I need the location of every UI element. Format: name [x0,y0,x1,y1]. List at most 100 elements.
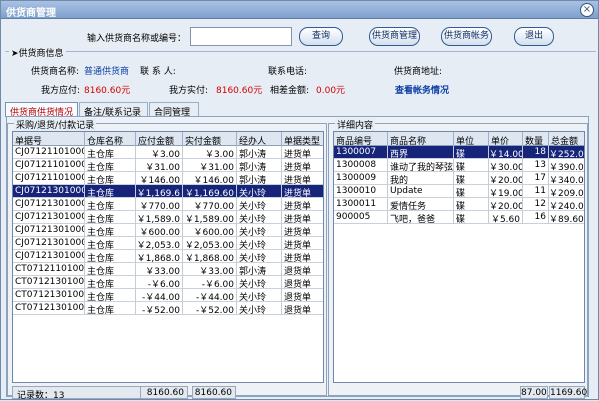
paid-label: 我方实付: [169,86,209,96]
table-cell: 关小玲 [237,211,282,224]
table-cell: ￥600.00 [183,224,237,237]
table-row[interactable]: CJ071213010003 主仓库 ￥1,589.0 ￥1,589.00 关小玲 进货单 [13,211,323,224]
records-header: 单据号 仓库名称 应付金额 实付金额 经办人 单据类型 [13,132,323,146]
column-payable[interactable]: 应付金额 [136,132,183,146]
column-product-id[interactable]: 商品编号 [334,132,388,146]
table-cell: ￥14.00 [489,146,523,159]
table-cell: 进货单 [282,211,323,224]
table-row[interactable]: 1300009我的碟￥20.0017￥340.00 [334,172,584,185]
table-cell: ￥31.00 [136,159,183,172]
column-unit[interactable]: 单位 [454,132,489,146]
table-cell: ￥3.00 [136,146,183,159]
details-header: 商品编号 商品名称 单位 单价 数量 总金额 [334,132,584,146]
table-cell: 1300010 [334,185,388,198]
table-cell: 西界 [388,146,454,159]
table-cell: 进货单 [282,224,323,237]
table-cell: 退货单 [282,302,323,315]
table-row[interactable]: CJ071213010004 主仓库 ￥600.00 ￥600.00 关小玲 进货单 [13,224,323,237]
table-cell: 1300008 [334,159,388,172]
table-row[interactable]: 1300007西界碟￥14.0018￥252.00 [334,146,584,159]
table-row[interactable]: CJ071213010002 主仓库 ￥770.00 ￥770.00 关小玲 进货单 [13,198,323,211]
query-button[interactable]: 查询 [299,27,343,46]
table-row[interactable]: CJ071213010001 主仓库 ￥1,169.6 ￥1,169.60 关小玲 进货单 [13,185,323,198]
table-row[interactable]: 900005 飞吧，爸爸碟 ￥5.60 16 ￥89.60 [334,211,584,224]
column-handler[interactable]: 经办人 [237,132,282,146]
table-cell: ￥209.00 [549,185,584,198]
table-cell: CJ071213010004 [15,224,85,237]
table-cell: CJ071213010002 [15,198,85,211]
column-quantity[interactable]: 数量 [523,132,549,146]
table-cell: CT071213010003 [15,302,85,315]
table-row[interactable]: CJ071213010005 主仓库 ￥2,053.0 ￥2,053.00 关小玲 进货单 [13,237,323,250]
search-input[interactable] [190,27,292,46]
table-cell: 1300009 [334,172,388,185]
table-row[interactable]: 1300011爱情任务碟￥20.0012￥240.00 [334,198,584,211]
column-unit-price[interactable]: 单价 [489,132,523,146]
table-row[interactable]: 1300008谁动了我的琴弦碟￥30.0013￥390.00 [334,159,584,172]
exit-button[interactable]: 退出 [514,27,554,46]
table-cell: 进货单 [282,250,323,263]
details-table[interactable]: 商品编号 商品名称 单位 单价 数量 总金额 1300007 西界碟 ￥14.00 1… [333,131,585,383]
table-row[interactable]: CJ071211010003 主仓库 ￥146.00 ￥146.00 郭小涛 进货单 [13,172,323,185]
table-cell: CT071213010002 [15,289,85,302]
table-cell: 17 [523,172,549,185]
table-cell: -￥52.00 [136,302,183,315]
table-cell: 碟 [454,185,489,198]
table-row[interactable]: CJ071213010006 主仓库 ￥1,868.0 ￥1,868.00 关小玲 进货单 [13,250,323,263]
table-row[interactable]: CJ071211010001 主仓库 ￥3.00 ￥3.00 郭小涛 进货单 [13,146,323,159]
table-row[interactable]: CT071213010002主仓库-￥44.00-￥44.00关小玲退货单 [13,289,323,302]
table-cell: 飞吧，爸爸 [388,211,454,224]
table-cell: 进货单 [282,237,323,250]
table-cell: 主仓库 [85,146,136,159]
table-cell: -￥6.00 [183,276,237,289]
table-cell: 退货单 [282,276,323,289]
table-row[interactable]: CT071213010003主仓库-￥52.00-￥52.00关小玲退货单 [13,302,323,315]
tab-notes[interactable]: 备注/联系记录 [79,102,148,118]
table-row[interactable]: CJ071211010002 主仓库 ￥31.00 ￥31.00 郭小涛 进货单 [13,159,323,172]
column-product-name[interactable]: 商品名称 [388,132,454,146]
table-cell: 18 [523,146,549,159]
column-total-amount[interactable]: 总金额 [549,132,584,146]
table-cell: 退货单 [282,289,323,302]
table-cell: 郭小涛 [237,263,282,276]
table-cell: ￥1,868.00 [183,250,237,263]
close-icon[interactable]: × [580,3,594,17]
supplier-management-button[interactable]: 供货商管理 [369,27,420,46]
table-cell: 关小玲 [237,224,282,237]
view-account-link[interactable]: 查看帐务情况 [395,83,449,96]
column-paid[interactable]: 实付金额 [183,132,237,146]
records-table[interactable]: 单据号 仓库名称 应付金额 实付金额 经办人 单据类型 CJ0712110100… [12,131,324,383]
table-cell: ￥31.00 [183,159,237,172]
column-warehouse[interactable]: 仓库名称 [85,132,136,146]
difference-value: 0.00元 [316,86,346,96]
column-document-no[interactable]: 单据号 [13,132,85,146]
table-cell: -￥6.00 [136,276,183,289]
table-cell: ￥20.00 [489,172,523,185]
supplier-info-title: ➤供货商信息 [9,46,66,59]
table-cell: CJ071213010005 [15,237,85,250]
footer-amount-total: 1169.60 [549,386,588,399]
table-cell: ￥340.00 [549,172,584,185]
contact-person-label: 联 系 人: [140,67,176,77]
tab-supply-status[interactable]: 供货商供货情况 [5,102,78,118]
table-row[interactable]: CT071211010001主仓库￥33.00￥33.00郭小涛退货单 [13,263,323,276]
table-cell: 1300007 [334,146,388,159]
table-cell: 郭小涛 [237,159,282,172]
table-cell: ￥3.00 [183,146,237,159]
table-row[interactable]: CT071213010001主仓库-￥6.00-￥6.00关小玲退货单 [13,276,323,289]
table-cell: 碟 [454,159,489,172]
supplier-name-label: 供货商名称: [31,67,80,77]
tab-contracts[interactable]: 合同管理 [149,102,199,118]
column-document-type[interactable]: 单据类型 [282,132,323,146]
details-panel-title: 详细内容 [335,118,376,131]
table-cell: 进货单 [282,146,323,159]
table-cell: ￥89.60 [549,211,584,224]
table-cell: ￥770.00 [183,198,237,211]
footer-paid-total: 8160.60 [192,386,236,399]
table-cell: 碟 [454,198,489,211]
table-cell: Update [388,185,454,198]
table-cell: 主仓库 [85,237,136,250]
address-label: 供货商地址: [394,67,443,77]
supplier-accounts-button[interactable]: 供货商帐务 [441,27,492,46]
table-row[interactable]: 1300010Update碟￥19.0011￥209.00 [334,185,584,198]
